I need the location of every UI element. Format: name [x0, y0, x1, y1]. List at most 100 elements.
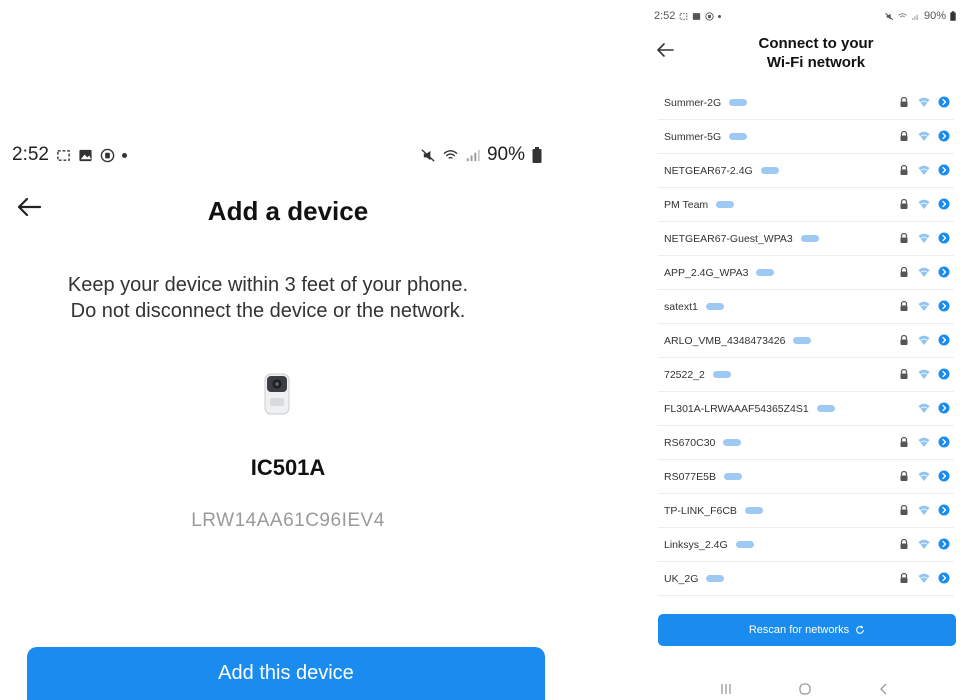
wifi-status-icon [443, 149, 458, 159]
band-tag [800, 235, 819, 242]
lock-icon [900, 470, 908, 481]
network-icons [898, 232, 950, 244]
band-tag [723, 439, 742, 446]
page-title: Connect to your Wi-Fi network [706, 34, 926, 72]
wifi-signal-icon [918, 267, 930, 277]
lock-icon [900, 266, 908, 277]
recent-apps-icon[interactable] [718, 681, 734, 697]
network-name: NETGEAR67-Guest_WPA3 [664, 232, 793, 245]
wifi-signal-icon [918, 471, 930, 481]
network-icons [898, 164, 950, 176]
band-tag [706, 575, 725, 582]
network-name: TP-LINK_F6CB [664, 504, 737, 517]
mute-icon [421, 148, 435, 162]
lock-icon [900, 436, 908, 447]
arrow-right-icon[interactable] [938, 232, 950, 244]
arrow-right-icon[interactable] [938, 198, 950, 210]
network-row[interactable]: RS077E5B [658, 460, 954, 494]
band-tag [793, 337, 812, 344]
band-tag [744, 507, 763, 514]
lock-icon [900, 198, 908, 209]
arrow-right-icon[interactable] [938, 538, 950, 550]
lock-icon [900, 368, 908, 379]
lock-icon [900, 300, 908, 311]
status-bar: 2:52 90% [12, 142, 542, 168]
wifi-signal-icon [918, 573, 930, 583]
record-icon [100, 148, 115, 162]
network-row[interactable]: 72522_2 [658, 358, 954, 392]
lock-icon [900, 164, 908, 175]
network-icons [898, 96, 950, 108]
band-tag [712, 371, 731, 378]
network-row[interactable]: ARLO_VMB_4348473426 [658, 324, 954, 358]
network-name: RS077E5B [664, 470, 716, 483]
network-row[interactable]: APP_2.4G_WPA3 [658, 256, 954, 290]
page-title-line-2: Wi-Fi network [766, 54, 866, 71]
arrow-right-icon[interactable] [938, 436, 950, 448]
arrow-right-icon[interactable] [938, 572, 950, 584]
notification-dot [121, 152, 127, 158]
network-row[interactable]: UK_2G [658, 562, 954, 596]
back-nav-icon[interactable] [876, 681, 892, 697]
network-row[interactable]: FL301A-LRWAAAF54365Z4S1 [658, 392, 954, 426]
lock-icon [900, 334, 908, 345]
rescan-button[interactable]: Rescan for networks [658, 614, 956, 646]
gallery-icon [79, 149, 92, 161]
status-bar: 2:52 90% [654, 8, 956, 24]
band-tag [816, 405, 835, 412]
arrow-right-icon[interactable] [938, 470, 950, 482]
arrow-right-icon[interactable] [938, 300, 950, 312]
arrow-right-icon[interactable] [938, 334, 950, 346]
band-tag [756, 269, 775, 276]
network-row[interactable]: Summer-5G [658, 120, 954, 154]
wifi-signal-icon [918, 131, 930, 141]
arrow-right-icon[interactable] [938, 266, 950, 278]
arrow-right-icon[interactable] [938, 164, 950, 176]
network-icons [898, 470, 950, 482]
lock-icon [900, 232, 908, 243]
network-icons [898, 538, 950, 550]
add-device-button-label: Add this device [218, 662, 354, 684]
lock-placeholder [898, 402, 910, 414]
system-nav-bar [646, 678, 964, 700]
arrow-right-icon[interactable] [938, 504, 950, 516]
back-button[interactable] [654, 40, 676, 60]
rescan-button-label: Rescan for networks [748, 624, 850, 636]
lock-icon [900, 504, 908, 515]
band-tag [716, 201, 735, 208]
screenshot-icon [680, 12, 688, 20]
network-name: 72522_2 [664, 368, 705, 381]
home-icon[interactable] [797, 681, 813, 697]
instruction-line-1: Keep your device within 3 feet of your p… [67, 274, 469, 296]
network-row[interactable]: satext1 [658, 290, 954, 324]
instruction-line-2: Do not disconnect the device or the netw… [70, 300, 466, 322]
add-device-screen: 2:52 90% Add a device Keep your device w… [0, 0, 560, 700]
wifi-signal-icon [918, 505, 930, 515]
band-tag [729, 99, 748, 106]
lock-icon [900, 572, 908, 583]
network-row[interactable]: NETGEAR67-Guest_WPA3 [658, 222, 954, 256]
band-tag [760, 167, 779, 174]
network-row[interactable]: TP-LINK_F6CB [658, 494, 954, 528]
screenshot-icon [57, 149, 70, 161]
add-device-button[interactable]: Add this device [27, 647, 545, 700]
network-name: PM Team [664, 198, 709, 211]
network-icons [898, 300, 950, 312]
network-row[interactable]: Linksys_2.4G [658, 528, 954, 562]
signal-icon [912, 14, 918, 20]
arrow-right-icon[interactable] [938, 402, 950, 414]
arrow-right-icon[interactable] [938, 130, 950, 142]
network-row[interactable]: RS670C30 [658, 426, 954, 460]
network-row[interactable]: PM Team [658, 188, 954, 222]
network-row[interactable]: NETGEAR67-2.4G [658, 154, 954, 188]
arrow-right-icon[interactable] [938, 96, 950, 108]
network-row[interactable]: Summer-2G [658, 86, 954, 120]
wifi-signal-icon [918, 97, 930, 107]
arrow-right-icon[interactable] [938, 368, 950, 380]
band-tag [705, 303, 724, 310]
band-tag [723, 473, 742, 480]
page-title-line-1: Connect to your [758, 35, 874, 52]
mute-icon [885, 12, 894, 20]
wifi-signal-icon [918, 165, 930, 175]
instruction-text: Keep your device within 3 feet of your p… [0, 272, 536, 324]
